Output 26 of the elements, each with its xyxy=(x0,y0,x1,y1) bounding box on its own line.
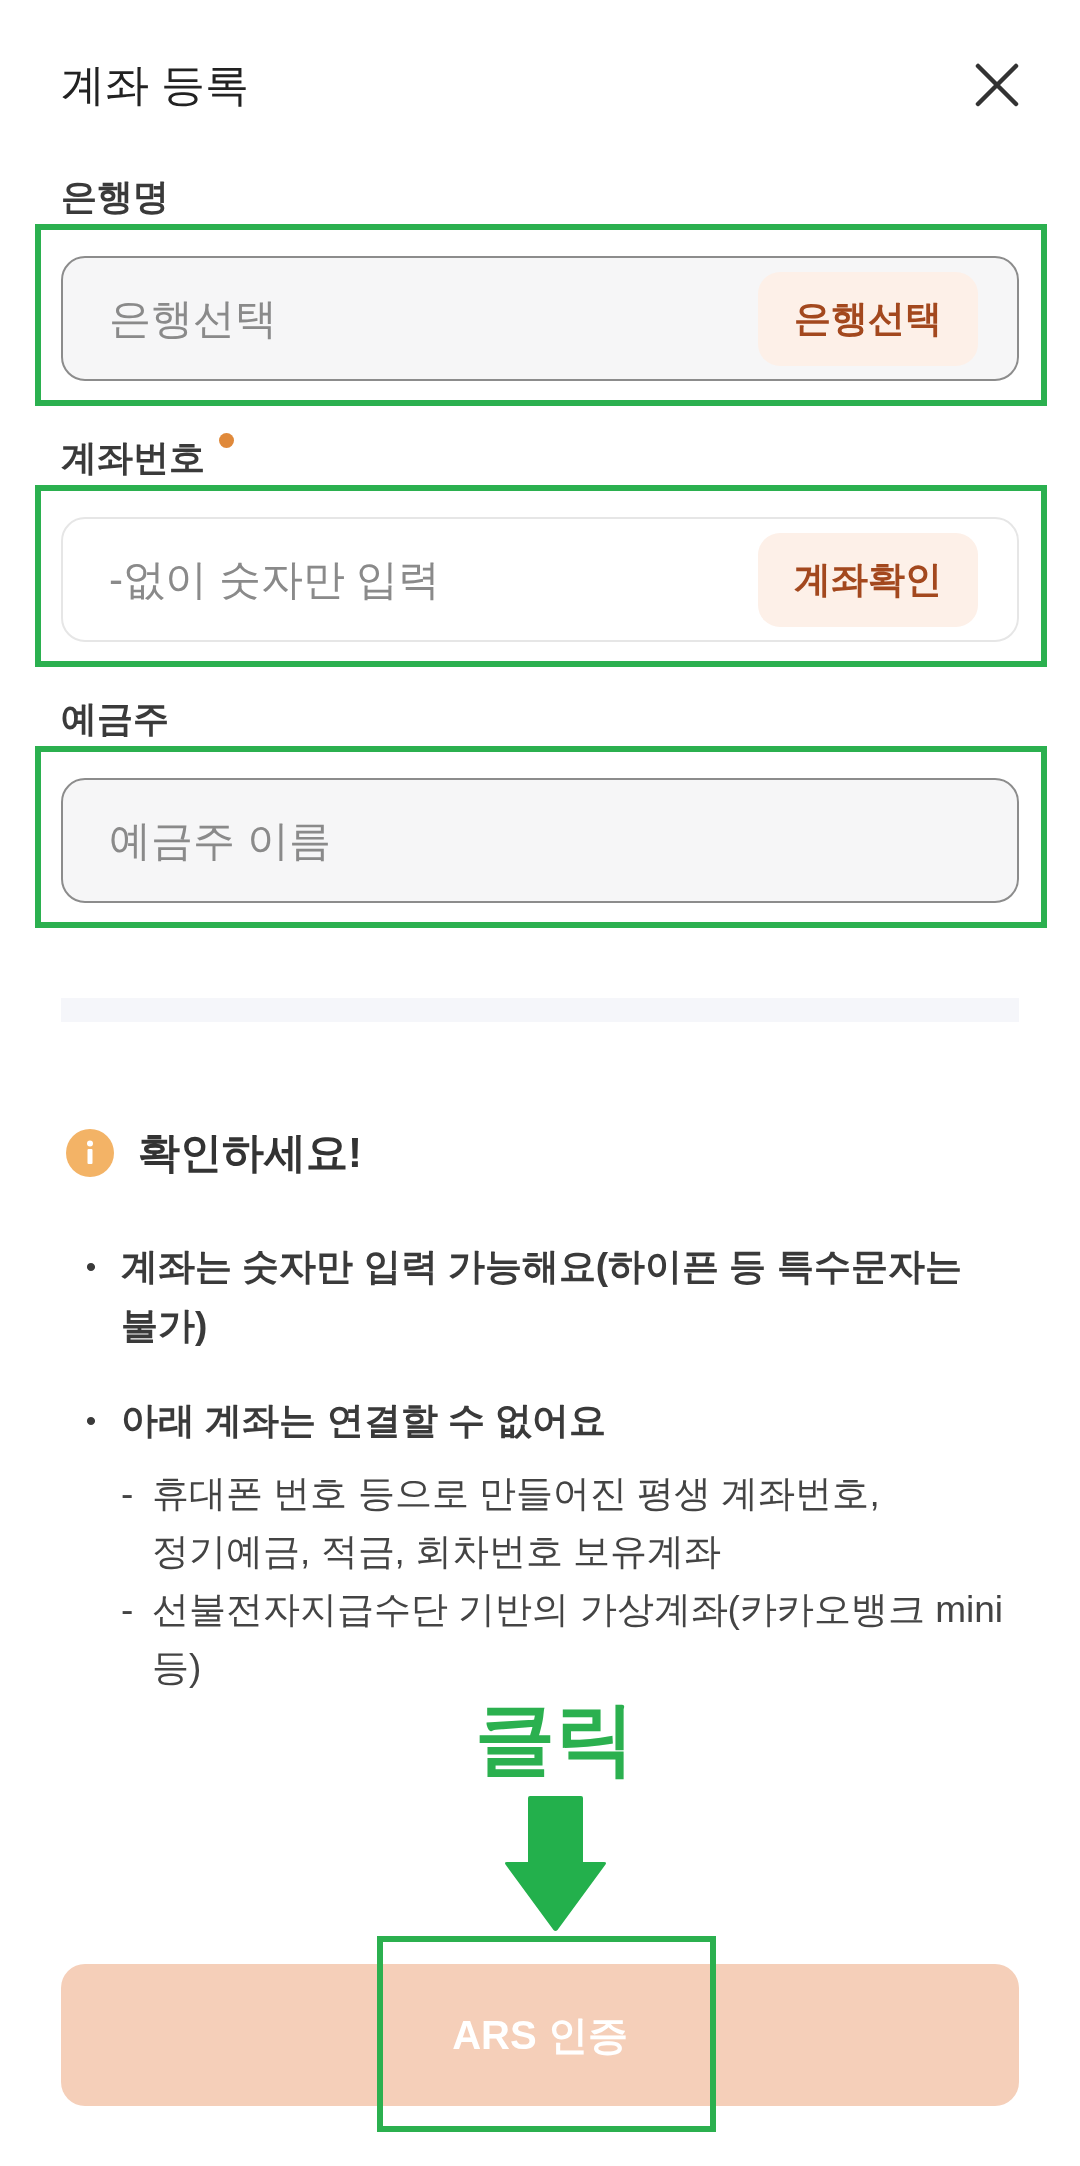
field-label: 은행명 xyxy=(61,175,169,219)
callout-text: 클릭 xyxy=(475,1697,635,1781)
notice-title: 확인하세요! xyxy=(138,1128,362,1178)
notice-subitem-text: 선불전자지급수단 기반의 가상계좌(카카오뱅크 mini 등) xyxy=(152,1588,1004,1690)
text-input[interactable]: 예금주 이름 xyxy=(109,812,978,869)
notice-subitem-text: 휴대폰 번호 등으로 만들어진 평생 계좌번호, 정기예금, 적금, 회차번호 보유계좌 xyxy=(152,1472,881,1574)
input-field[interactable]: -없이 숫자만 입력 계좌확인 xyxy=(61,517,1019,642)
list-dash: - xyxy=(121,1472,134,1516)
close-icon xyxy=(975,63,1019,107)
close-button[interactable] xyxy=(975,63,1019,107)
notice-item-text: 아래 계좌는 연결할 수 없어요 xyxy=(121,1399,608,1443)
notice-item-text: 계좌는 숫자만 입력 가능해요(하이픈 등 특수문자는 불가) xyxy=(121,1245,963,1348)
list-bullet: • xyxy=(85,1403,97,1439)
input-field[interactable]: 은행선택 은행선택 xyxy=(61,256,1019,381)
input-field[interactable]: 예금주 이름 xyxy=(61,778,1019,903)
down-arrow-icon xyxy=(503,1796,607,1932)
field-label: 예금주 xyxy=(61,697,169,741)
field-action-button[interactable]: 계좌확인 xyxy=(758,532,978,627)
page-title: 계좌 등록 xyxy=(61,59,250,111)
text-input[interactable]: 은행선택 xyxy=(109,290,758,347)
list-dash: - xyxy=(121,1588,134,1632)
info-icon xyxy=(66,1129,114,1177)
field-label: 계좌번호 xyxy=(61,436,205,480)
field-action-button[interactable]: 은행선택 xyxy=(758,271,978,366)
text-input[interactable]: -없이 숫자만 입력 xyxy=(109,551,758,608)
list-bullet: • xyxy=(85,1249,97,1285)
